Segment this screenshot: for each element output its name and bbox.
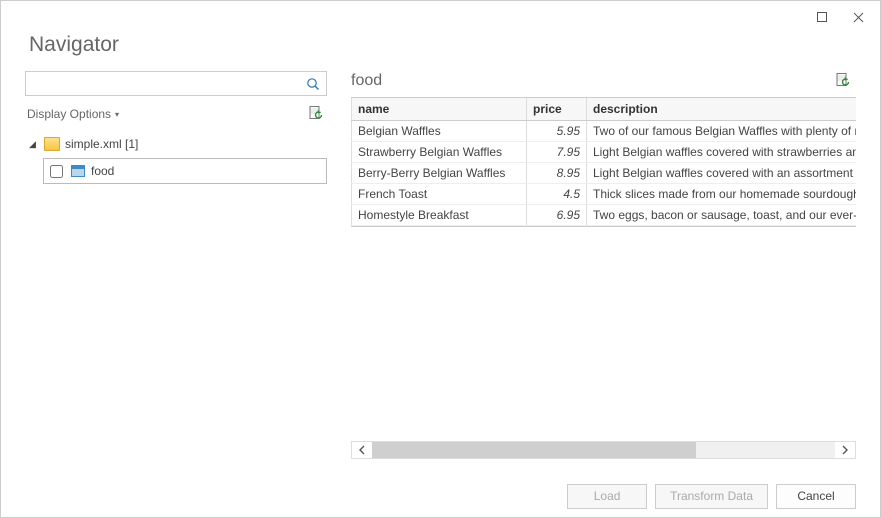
search-icon[interactable] [300,72,326,95]
collapse-icon[interactable]: ◢ [29,139,39,150]
cell-description: Light Belgian waffles covered with straw… [587,141,857,162]
content: Navigator Display Options ▾ [1,33,880,475]
table-row[interactable]: Homestyle Breakfast 6.95 Two eggs, bacon… [352,204,857,225]
cell-price: 5.95 [527,120,587,141]
scrollbar-thumb[interactable] [372,442,696,458]
cell-price: 7.95 [527,141,587,162]
cell-price: 6.95 [527,204,587,225]
horizontal-scrollbar[interactable] [351,441,856,459]
cell-description: Two eggs, bacon or sausage, toast, and o… [587,204,857,225]
preview-grid: name price description Belgian Waffles 5… [351,97,856,227]
left-panel: Display Options ▾ ◢ [25,71,327,459]
close-icon[interactable] [840,3,876,31]
cell-name: Berry-Berry Belgian Waffles [352,162,527,183]
cell-name: Strawberry Belgian Waffles [352,141,527,162]
navigator-window: Navigator Display Options ▾ [0,0,881,518]
cell-name: Belgian Waffles [352,120,527,141]
load-button[interactable]: Load [567,484,647,509]
tree-item-label: food [91,164,114,178]
table-row[interactable]: Strawberry Belgian Waffles 7.95 Light Be… [352,141,857,162]
chevron-down-icon: ▾ [115,110,119,119]
table-header-row: name price description [352,98,857,120]
preview-panel: food [351,71,856,459]
titlebar [1,1,880,33]
table-row[interactable]: Berry-Berry Belgian Waffles 8.95 Light B… [352,162,857,183]
preview-refresh-icon[interactable] [832,71,854,91]
cell-price: 4.5 [527,183,587,204]
tree-item-food[interactable]: food [43,158,327,184]
cell-description: Light Belgian waffles covered with an as… [587,162,857,183]
cell-name: French Toast [352,183,527,204]
maximize-icon[interactable] [804,3,840,31]
search-box [25,71,327,96]
page-title: Navigator [29,33,856,57]
cell-price: 8.95 [527,162,587,183]
scrollbar-track[interactable] [372,442,835,458]
cell-description: Two of our famous Belgian Waffles with p… [587,120,857,141]
preview-title: food [351,72,382,90]
scroll-right-icon[interactable] [835,442,855,458]
tree: ◢ simple.xml [1] food [25,132,327,184]
cancel-button[interactable]: Cancel [776,484,856,509]
tree-root[interactable]: ◢ simple.xml [1] [25,132,327,156]
cell-description: Thick slices made from our homemade sour… [587,183,857,204]
table-row[interactable]: French Toast 4.5 Thick slices made from … [352,183,857,204]
refresh-icon[interactable] [305,104,327,124]
tree-item-checkbox[interactable] [50,165,63,178]
table-row[interactable]: Belgian Waffles 5.95 Two of our famous B… [352,120,857,141]
footer: Load Transform Data Cancel [1,475,880,517]
col-header-price[interactable]: price [527,98,587,120]
display-options-dropdown[interactable]: Display Options ▾ [27,107,119,121]
cell-name: Homestyle Breakfast [352,204,527,225]
folder-icon [44,137,60,151]
transform-data-button[interactable]: Transform Data [655,484,768,509]
search-input[interactable] [26,72,300,95]
tree-root-label: simple.xml [1] [65,137,138,151]
col-header-name[interactable]: name [352,98,527,120]
display-options-label: Display Options [27,107,111,121]
table-icon [71,165,85,177]
col-header-description[interactable]: description [587,98,857,120]
scroll-left-icon[interactable] [352,442,372,458]
